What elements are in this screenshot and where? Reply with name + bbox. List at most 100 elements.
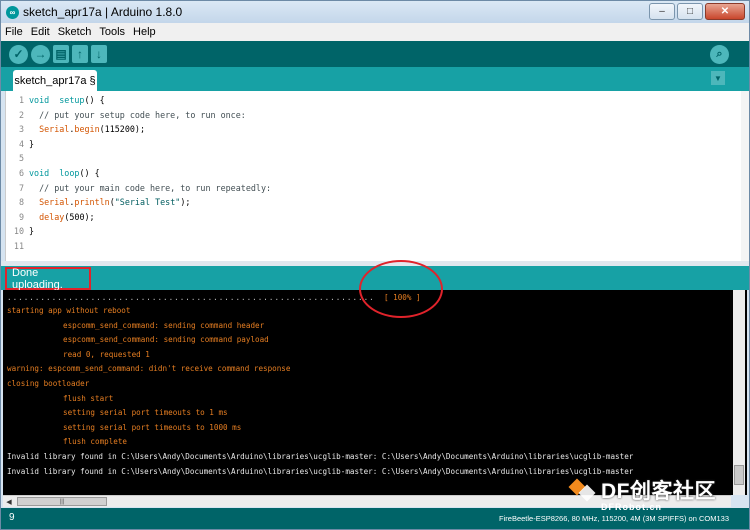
editor-scrollbar[interactable] bbox=[741, 91, 749, 261]
title-bar: ∞ sketch_apr17a | Arduino 1.8.0 – □ ✕ bbox=[1, 1, 749, 23]
upload-progress-dots: ........................................… bbox=[7, 293, 375, 302]
minimize-button[interactable]: – bbox=[649, 3, 675, 20]
window-title: sketch_apr17a | Arduino 1.8.0 bbox=[23, 5, 183, 19]
status-message: Done uploading. bbox=[5, 267, 91, 291]
code-token: ); bbox=[180, 197, 191, 208]
code-token: Serial bbox=[39, 197, 70, 208]
code-line[interactable]: 9 delay(500); bbox=[6, 210, 743, 225]
window-controls: – □ ✕ bbox=[649, 3, 745, 20]
console-line: closing bootloader bbox=[7, 379, 90, 388]
line-number: 10 bbox=[13, 226, 24, 237]
line-number: 11 bbox=[13, 240, 24, 251]
cursor-line-number: 9 bbox=[9, 512, 15, 523]
code-token: delay bbox=[39, 211, 65, 222]
code-line[interactable]: 7 // put your main code here, to run rep… bbox=[6, 181, 743, 196]
code-text: void loop() { bbox=[29, 166, 100, 181]
console-line: flush complete bbox=[63, 437, 128, 447]
code-token: Serial bbox=[39, 124, 70, 135]
code-text: } bbox=[29, 224, 34, 239]
verify-button[interactable]: ✓ bbox=[9, 44, 28, 64]
code-token: // put your main code here, to run repea… bbox=[29, 182, 272, 193]
line-number: 3 bbox=[18, 124, 24, 135]
code-token: "Serial Test" bbox=[114, 197, 181, 208]
scroll-left-icon[interactable]: ◀ bbox=[4, 497, 14, 507]
code-line[interactable]: 1 void setup() { bbox=[6, 93, 743, 108]
annotation-ellipse bbox=[359, 260, 443, 318]
console-line: starting app without reboot bbox=[7, 306, 131, 315]
console-hscroll-thumb[interactable]: ||| bbox=[17, 497, 107, 506]
menu-help[interactable]: Help bbox=[133, 26, 156, 38]
code-line[interactable]: 6 void loop() { bbox=[6, 166, 743, 181]
arduino-ide-window: ∞ sketch_apr17a | Arduino 1.8.0 – □ ✕ Fi… bbox=[0, 0, 750, 530]
code-token: } bbox=[29, 226, 35, 237]
line-number: 5 bbox=[18, 153, 24, 164]
line-number: 1 bbox=[18, 95, 24, 105]
code-text: Serial.begin(115200); bbox=[29, 122, 145, 137]
watermark-subtext: DFRobot.cn bbox=[601, 502, 662, 512]
code-token: loop bbox=[59, 167, 80, 178]
board-info: FireBeetle-ESP8266, 80 MHz, 115200, 4M (… bbox=[499, 514, 729, 523]
line-number: 9 bbox=[18, 211, 24, 222]
menu-tools[interactable]: Tools bbox=[99, 26, 125, 38]
menu-sketch[interactable]: Sketch bbox=[58, 26, 92, 38]
code-line[interactable]: 8 Serial.println("Serial Test"); bbox=[6, 195, 743, 210]
line-number: 8 bbox=[18, 197, 24, 208]
dfrobot-logo-icon bbox=[568, 477, 597, 503]
menu-file[interactable]: File bbox=[5, 26, 23, 38]
code-text: void setup() { bbox=[29, 93, 105, 108]
code-token: () { bbox=[79, 167, 100, 178]
console-line: Invalid library found in C:\Users\Andy\D… bbox=[7, 466, 634, 476]
code-line[interactable]: 11 bbox=[6, 239, 743, 254]
new-sketch-button[interactable]: ▤ bbox=[53, 45, 69, 63]
code-line[interactable]: 2 // put your setup code here, to run on… bbox=[6, 108, 743, 123]
code-text: Serial.println("Serial Test"); bbox=[29, 195, 190, 210]
arduino-logo-icon: ∞ bbox=[6, 5, 19, 19]
console-line: flush start bbox=[63, 393, 114, 403]
line-number: 6 bbox=[18, 167, 24, 178]
console-line: espcomm_send_command: sending command he… bbox=[63, 320, 265, 330]
code-line[interactable]: 3 Serial.begin(115200); bbox=[6, 122, 743, 137]
open-sketch-button[interactable]: ↑ bbox=[72, 45, 88, 63]
maximize-button[interactable]: □ bbox=[677, 3, 703, 20]
console-line: setting serial port timeouts to 1000 ms bbox=[63, 422, 242, 432]
code-token: begin bbox=[74, 124, 100, 135]
tab-strip: sketch_apr17a § ▼ bbox=[1, 67, 749, 91]
code-line[interactable]: 5 bbox=[6, 151, 743, 166]
upload-button[interactable]: → bbox=[31, 44, 50, 64]
save-sketch-button[interactable]: ↓ bbox=[91, 45, 107, 63]
menu-edit[interactable]: Edit bbox=[31, 26, 50, 38]
code-token: () { bbox=[84, 95, 105, 105]
code-token: } bbox=[29, 138, 35, 149]
code-token: void bbox=[29, 95, 50, 105]
console-line: Invalid library found in C:\Users\Andy\D… bbox=[7, 452, 634, 461]
close-button[interactable]: ✕ bbox=[705, 3, 745, 20]
line-number: 7 bbox=[18, 182, 24, 193]
line-number: 2 bbox=[18, 109, 24, 120]
code-token: (500); bbox=[64, 211, 95, 222]
tab-sketch[interactable]: sketch_apr17a § bbox=[13, 70, 97, 91]
code-token: // put your setup code here, to run once… bbox=[29, 109, 246, 120]
menu-bar: File Edit Sketch Tools Help bbox=[1, 23, 749, 41]
serial-monitor-button[interactable]: ⌕ bbox=[710, 45, 729, 64]
console-line: setting serial port timeouts to 1 ms bbox=[63, 408, 228, 418]
code-token: void bbox=[29, 167, 50, 178]
code-text: } bbox=[29, 137, 34, 152]
console-vertical-scrollbar[interactable] bbox=[733, 290, 745, 495]
code-editor[interactable]: 1 void setup() {2 // put your setup code … bbox=[5, 91, 743, 261]
console-line: warning: espcomm_send_command: didn't re… bbox=[7, 364, 291, 374]
code-text: // put your setup code here, to run once… bbox=[29, 108, 246, 123]
console-line: read 0, requested 1 bbox=[63, 349, 150, 359]
watermark-text: DF创客社区 bbox=[601, 480, 716, 503]
console-line: espcomm_send_command: sending command pa… bbox=[63, 335, 269, 345]
console-output[interactable]: ........................................… bbox=[3, 290, 747, 495]
code-token: println bbox=[74, 197, 110, 208]
code-line[interactable]: 10} bbox=[6, 224, 743, 239]
code-line[interactable]: 4} bbox=[6, 137, 743, 152]
tab-menu-chevron-down-icon[interactable]: ▼ bbox=[711, 71, 725, 85]
code-token: setup bbox=[59, 95, 85, 105]
